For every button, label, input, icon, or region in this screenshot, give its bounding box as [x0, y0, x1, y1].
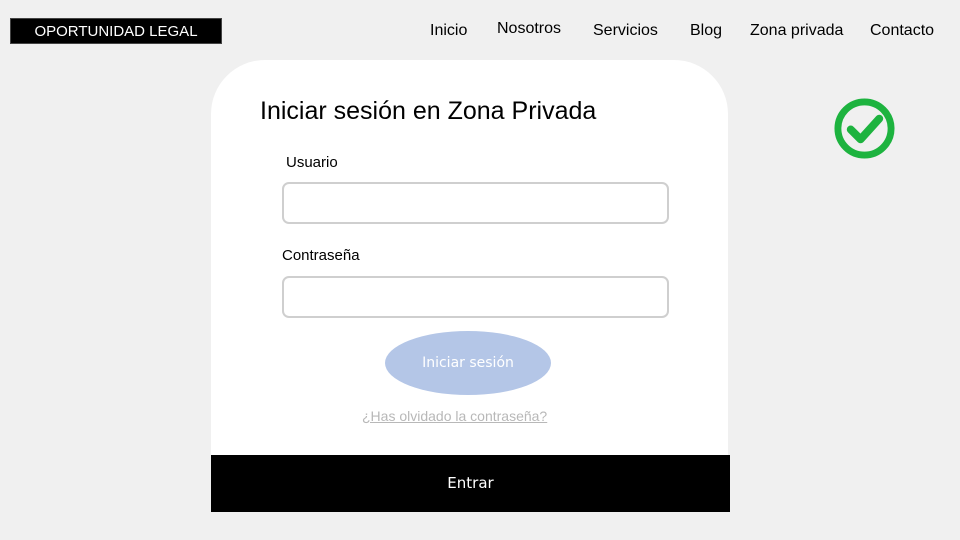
enter-button[interactable]: Entrar	[211, 455, 730, 512]
nav-item-inicio[interactable]: Inicio	[430, 22, 467, 40]
username-label: Usuario	[286, 154, 338, 171]
nav-item-zona-privada[interactable]: Zona privada	[750, 22, 843, 40]
login-button[interactable]: Iniciar sesión	[385, 331, 551, 395]
nav-item-servicios[interactable]: Servicios	[593, 22, 658, 40]
username-input[interactable]	[282, 182, 669, 224]
nav-item-nosotros[interactable]: Nosotros	[497, 20, 561, 38]
password-input[interactable]	[282, 276, 669, 318]
nav-item-contacto[interactable]: Contacto	[870, 22, 934, 40]
forgot-password-link[interactable]: ¿Has olvidado la contraseña?	[362, 408, 547, 424]
login-title: Iniciar sesión en Zona Privada	[260, 97, 597, 125]
password-label: Contraseña	[282, 247, 360, 264]
nav-item-blog[interactable]: Blog	[690, 22, 722, 40]
brand-logo[interactable]: OPORTUNIDAD LEGAL	[10, 18, 222, 44]
check-circle-icon	[834, 98, 895, 159]
